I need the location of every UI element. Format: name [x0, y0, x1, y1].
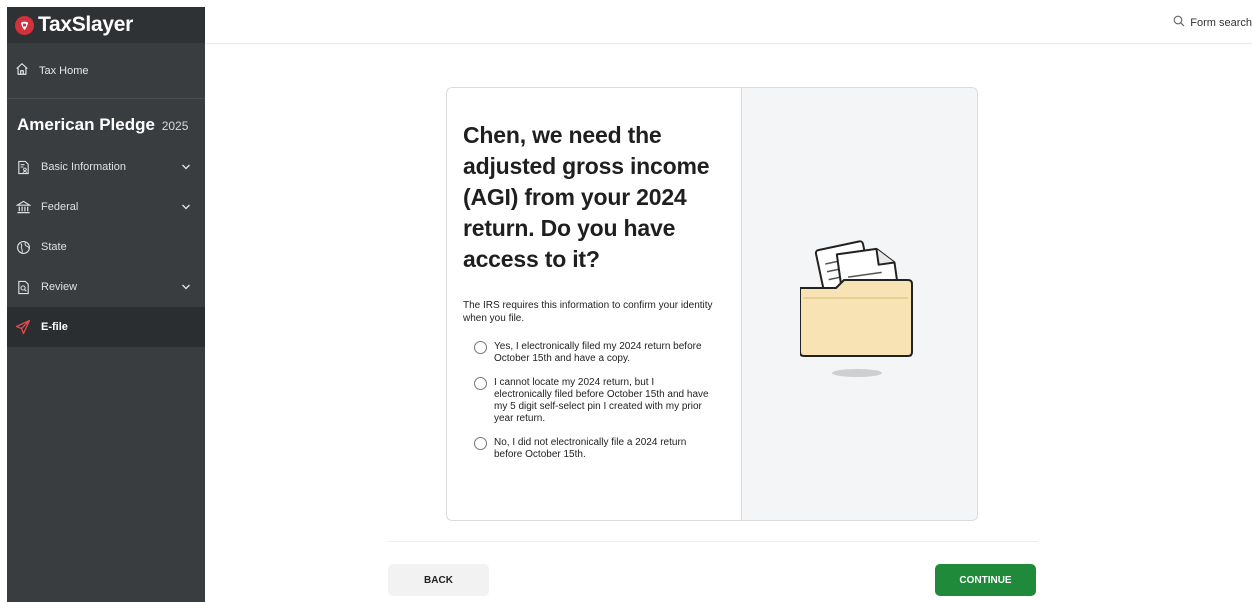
brand-logo[interactable]: TaxSlayer [7, 7, 205, 43]
chevron-down-icon [182, 204, 190, 210]
search-icon [1173, 15, 1185, 30]
document-person-icon [15, 159, 31, 175]
agi-options: Yes, I electronically filed my 2024 retu… [463, 341, 725, 461]
continue-button[interactable]: CONTINUE [935, 564, 1036, 596]
sidebar-item-label: E-file [41, 321, 68, 333]
footer-divider [388, 541, 1038, 542]
sidebar-item-review[interactable]: Review [7, 267, 205, 307]
option-did-not-efile[interactable]: No, I did not electronically file a 2024… [474, 437, 725, 461]
sidebar-item-federal[interactable]: Federal [7, 187, 205, 227]
back-button[interactable]: BACK [388, 564, 489, 596]
sidebar-item-label: Review [41, 281, 78, 293]
return-year: 2025 [161, 119, 189, 133]
taxslayer-logo-icon [15, 15, 34, 35]
option-self-select-pin[interactable]: I cannot locate my 2024 return, but I el… [474, 377, 725, 425]
sidebar-item-label: Basic Information [41, 161, 126, 173]
brand-name: TaxSlayer [38, 13, 133, 36]
agi-question-card: Chen, we need the adjusted gross income … [446, 87, 978, 521]
radio-button[interactable] [474, 341, 487, 354]
illustration-panel [742, 88, 977, 520]
sidebar-item-basic-information[interactable]: Basic Information [7, 147, 205, 187]
chevron-down-icon [182, 284, 190, 290]
form-search-button[interactable]: Form search [1173, 15, 1252, 30]
radio-button[interactable] [474, 437, 487, 450]
sidebar-item-label: Federal [41, 201, 79, 213]
sidebar-item-state[interactable]: State [7, 227, 205, 267]
page-title: Chen, we need the adjusted gross income … [463, 122, 710, 272]
question-panel: Chen, we need the adjusted gross income … [447, 88, 742, 520]
sidebar-item-label: Tax Home [39, 64, 89, 77]
return-title: American Pledge 2025 [17, 115, 189, 134]
bank-icon [15, 199, 31, 215]
document-search-icon [15, 279, 31, 295]
option-label: Yes, I electronically filed my 2024 retu… [494, 341, 702, 364]
form-search-label: Form search [1190, 16, 1252, 29]
sidebar-item-tax-home[interactable]: Tax Home [7, 43, 205, 99]
home-icon [15, 62, 29, 79]
chevron-down-icon [182, 164, 190, 170]
option-label: I cannot locate my 2024 return, but I el… [494, 377, 709, 424]
radio-button[interactable] [474, 377, 487, 390]
sidebar: TaxSlayer Tax Home American Pledge 2025 … [7, 7, 205, 602]
top-bar: Form search [205, 0, 1252, 44]
option-yes-have-copy[interactable]: Yes, I electronically filed my 2024 retu… [474, 341, 725, 365]
option-label: No, I did not electronically file a 2024… [494, 437, 687, 460]
folder-documents-icon [800, 240, 913, 377]
sidebar-item-label: State [41, 241, 67, 253]
paper-plane-icon [15, 319, 31, 335]
question-subtext: The IRS requires this information to con… [463, 300, 713, 324]
globe-icon [15, 239, 31, 255]
sidebar-item-e-file[interactable]: E-file [7, 307, 205, 347]
